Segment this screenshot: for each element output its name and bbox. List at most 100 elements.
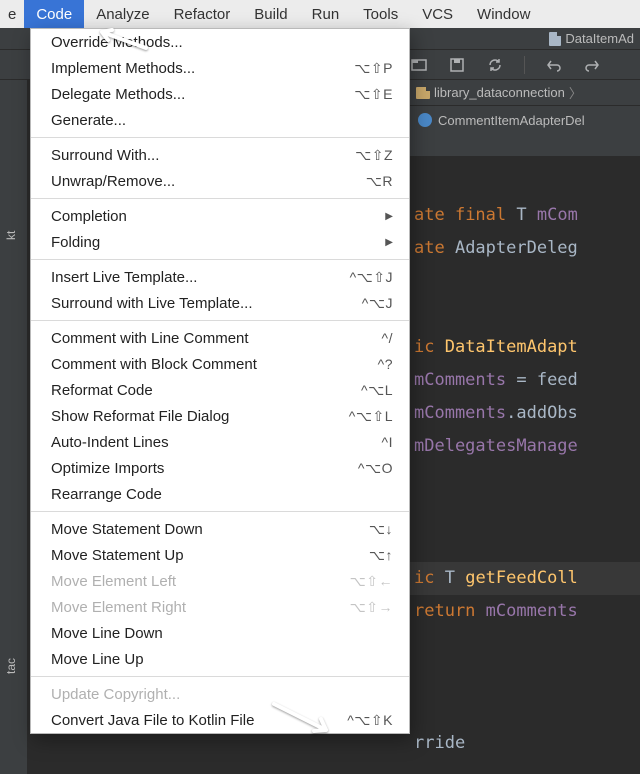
menu-item-shortcut: ⌥⇧Z xyxy=(355,147,393,164)
code-editor[interactable]: ate final T mComate AdapterDeleg ic Data… xyxy=(410,156,640,774)
menubar-item-tools[interactable]: Tools xyxy=(351,0,410,28)
code-line[interactable] xyxy=(410,529,640,562)
menu-item-move-statement-down[interactable]: Move Statement Down ⌥↓ xyxy=(31,516,409,542)
code-line[interactable]: ate AdapterDeleg xyxy=(410,232,640,265)
menu-item-completion[interactable]: Completion xyxy=(31,203,409,229)
chevron-right-icon: 〉 xyxy=(569,83,582,102)
redo-icon[interactable] xyxy=(583,56,601,74)
menu-item-move-line-up[interactable]: Move Line Up xyxy=(31,646,409,672)
menubar-item-refactor[interactable]: Refactor xyxy=(162,0,243,28)
menu-item-show-reformat-file-dialog[interactable]: Show Reformat File Dialog^⌥⇧L xyxy=(31,403,409,429)
undo-icon[interactable] xyxy=(545,56,563,74)
menu-item-generate[interactable]: Generate... xyxy=(31,107,409,133)
menu-item-label: Surround With... xyxy=(51,147,159,164)
code-line[interactable]: ic T getFeedColl xyxy=(410,562,640,595)
sync-icon[interactable] xyxy=(486,56,504,74)
menu-item-convert-java-file-to-kotlin-file[interactable]: Convert Java File to Kotlin File ^⌥⇧K xyxy=(31,707,409,733)
menu-separator xyxy=(31,676,409,677)
menu-item-label: Move Statement Down xyxy=(51,521,203,538)
menu-item-label: Show Reformat File Dialog xyxy=(51,408,229,425)
code-line[interactable]: ate final T mCom xyxy=(410,199,640,232)
code-menu-dropdown[interactable]: Override Methods... Implement Methods...⌥… xyxy=(30,28,410,734)
open-icon[interactable] xyxy=(410,56,428,74)
menu-item-label: Completion xyxy=(51,208,127,225)
menu-item-surround-with[interactable]: Surround With... ⌥⇧Z xyxy=(31,142,409,168)
menu-item-label: Move Line Up xyxy=(51,651,144,668)
menu-item-label: Move Statement Up xyxy=(51,547,184,564)
code-line[interactable] xyxy=(410,166,640,199)
code-line[interactable] xyxy=(410,661,640,694)
menu-item-shortcut: ^⌥O xyxy=(358,460,393,477)
menu-item-optimize-imports[interactable]: Optimize Imports ^⌥O xyxy=(31,455,409,481)
code-line[interactable] xyxy=(410,298,640,331)
code-line[interactable]: mDelegatesManage xyxy=(410,430,640,463)
menu-item-shortcut: ^⌥⇧K xyxy=(347,712,393,729)
menu-item-comment-with-block-comment[interactable]: Comment with Block Comment^? xyxy=(31,351,409,377)
breadcrumb-segment[interactable]: library_dataconnection xyxy=(434,85,565,100)
menu-item-move-statement-up[interactable]: Move Statement Up ⌥↑ xyxy=(31,542,409,568)
menu-item-shortcut: ^/ xyxy=(382,330,393,346)
menu-item-shortcut: ⌥↑ xyxy=(369,547,393,564)
gutter-label-tac[interactable]: tac xyxy=(4,647,18,674)
menubar-item-vcs[interactable]: VCS xyxy=(410,0,465,28)
menu-item-insert-live-template[interactable]: Insert Live Template...^⌥⇧J xyxy=(31,264,409,290)
open-file-label: DataItemAd xyxy=(565,31,634,46)
code-line[interactable] xyxy=(410,694,640,727)
code-line[interactable]: mComments = feed xyxy=(410,364,640,397)
menu-item-shortcut: ⌥↓ xyxy=(369,521,393,538)
menu-item-shortcut: ⌥⇧P xyxy=(354,60,393,77)
menu-item-shortcut: ^⌥L xyxy=(361,382,393,399)
menu-item-unwrap-remove[interactable]: Unwrap/Remove...⌥R xyxy=(31,168,409,194)
menu-item-label: Generate... xyxy=(51,112,126,129)
menu-item-label: Move Element Right xyxy=(51,599,186,616)
menu-separator xyxy=(31,137,409,138)
menu-item-move-element-left: Move Element Left ⌥⇧← xyxy=(31,568,409,594)
menu-separator xyxy=(31,320,409,321)
menu-item-surround-with-live-template[interactable]: Surround with Live Template...^⌥J xyxy=(31,290,409,316)
save-all-icon[interactable] xyxy=(448,56,466,74)
menubar-item-build[interactable]: Build xyxy=(242,0,299,28)
menu-item-shortcut: ⌥⇧E xyxy=(354,86,393,103)
menu-item-label: Reformat Code xyxy=(51,382,153,399)
menu-item-label: Optimize Imports xyxy=(51,460,164,477)
menu-item-label: Comment with Block Comment xyxy=(51,356,257,373)
menu-item-auto-indent-lines[interactable]: Auto-Indent Lines ^I xyxy=(31,429,409,455)
menu-item-label: Override Methods... xyxy=(51,34,183,51)
menu-item-move-element-right: Move Element Right⌥⇧→ xyxy=(31,594,409,620)
menu-item-comment-with-line-comment[interactable]: Comment with Line Comment^/ xyxy=(31,325,409,351)
code-line[interactable]: ic DataItemAdapt xyxy=(410,331,640,364)
tab-title[interactable]: CommentItemAdapterDel xyxy=(438,113,585,128)
code-line[interactable] xyxy=(410,496,640,529)
gutter-label-kt[interactable]: kt xyxy=(4,213,18,240)
menu-item-move-line-down[interactable]: Move Line Down xyxy=(31,620,409,646)
menubar-item-run[interactable]: Run xyxy=(300,0,352,28)
code-line[interactable]: mComments.addObs xyxy=(410,397,640,430)
java-file-icon xyxy=(549,32,561,46)
code-line[interactable] xyxy=(410,463,640,496)
code-line[interactable] xyxy=(410,628,640,661)
menu-item-implement-methods[interactable]: Implement Methods...⌥⇧P xyxy=(31,55,409,81)
menubar-item-window[interactable]: Window xyxy=(465,0,542,28)
menu-item-shortcut: ⌥⇧← xyxy=(350,573,393,590)
menu-item-label: Move Element Left xyxy=(51,573,176,590)
breadcrumb[interactable]: library_dataconnection 〉 xyxy=(410,80,640,106)
menu-item-rearrange-code[interactable]: Rearrange Code xyxy=(31,481,409,507)
menu-item-label: Convert Java File to Kotlin File xyxy=(51,712,254,729)
menu-item-label: Auto-Indent Lines xyxy=(51,434,169,451)
menu-item-label: Surround with Live Template... xyxy=(51,295,253,312)
code-line[interactable]: return mComments xyxy=(410,595,640,628)
menubar[interactable]: e Code Analyze Refactor Build Run Tools … xyxy=(0,0,640,28)
menubar-item-e[interactable]: e xyxy=(0,0,24,28)
code-line[interactable] xyxy=(410,265,640,298)
menu-item-label: Update Copyright... xyxy=(51,686,180,703)
menu-item-folding[interactable]: Folding xyxy=(31,229,409,255)
left-gutter: kt tac xyxy=(0,80,28,774)
menu-item-reformat-code[interactable]: Reformat Code ^⌥L xyxy=(31,377,409,403)
code-line[interactable]: rride xyxy=(410,727,640,760)
menu-separator xyxy=(31,511,409,512)
menubar-item-analyze[interactable]: Analyze xyxy=(84,0,161,28)
menubar-item-code[interactable]: Code xyxy=(24,0,84,28)
menu-item-delegate-methods[interactable]: Delegate Methods...⌥⇧E xyxy=(31,81,409,107)
menu-item-override-methods[interactable]: Override Methods... xyxy=(31,29,409,55)
menu-item-shortcut: ^I xyxy=(382,434,393,450)
